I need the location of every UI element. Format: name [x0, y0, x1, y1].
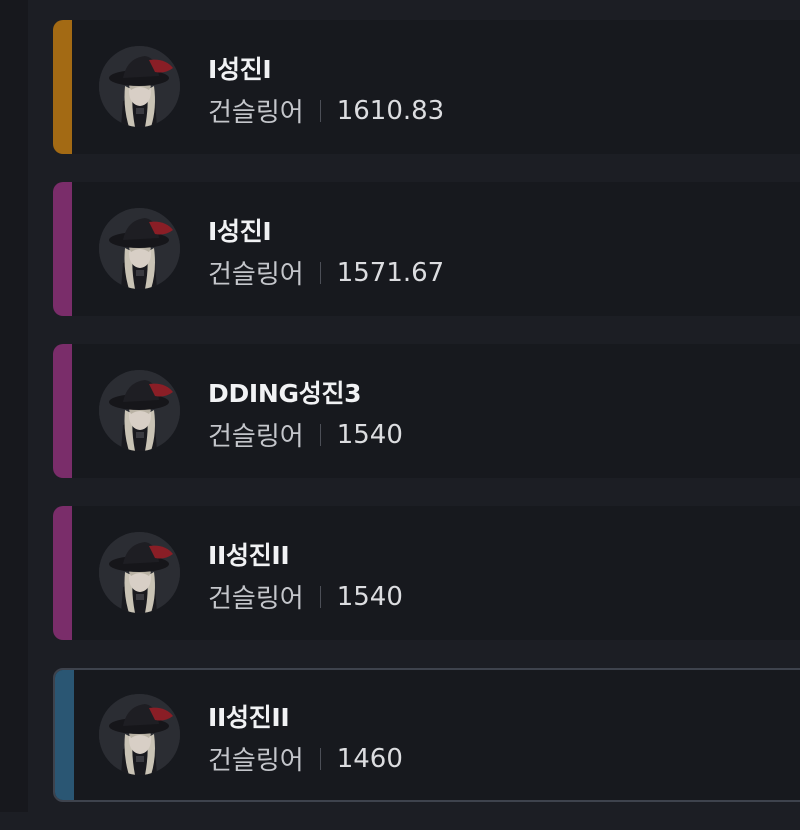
character-name: I성진I: [208, 55, 272, 84]
divider: [319, 99, 321, 122]
item-level: 1571.67: [336, 257, 445, 288]
divider: [319, 261, 321, 284]
character-name: II성진II: [208, 541, 290, 570]
character-name: DDING성진3: [208, 379, 362, 408]
gunslinger-portrait-icon: [99, 694, 180, 775]
item-level: 1540: [336, 419, 403, 450]
item-level: 1540: [336, 581, 403, 612]
character-class: 건슬링어: [208, 422, 304, 452]
card-accent: [53, 182, 72, 316]
card-accent: [53, 506, 72, 640]
character-meta: 건슬링어 1460: [208, 740, 403, 777]
character-class: 건슬링어: [208, 98, 304, 128]
character-card[interactable]: I성진I 건슬링어 1571.67: [53, 182, 800, 316]
divider: [319, 423, 321, 446]
character-card[interactable]: DDING성진3 건슬링어 1540: [53, 344, 800, 478]
character-meta: 건슬링어 1610.83: [208, 92, 444, 129]
character-meta: 건슬링어 1540: [208, 416, 403, 453]
item-level: 1610.83: [336, 95, 445, 126]
character-card-selected[interactable]: II성진II 건슬링어 1460: [53, 668, 800, 802]
character-name: II성진II: [208, 703, 290, 732]
character-card[interactable]: II성진II 건슬링어 1540: [53, 506, 800, 640]
divider: [319, 747, 321, 770]
item-level: 1460: [336, 743, 403, 774]
character-meta: 건슬링어 1540: [208, 578, 403, 615]
card-accent: [53, 20, 72, 154]
character-class: 건슬링어: [208, 260, 304, 290]
character-name: I성진I: [208, 217, 272, 246]
character-class: 건슬링어: [208, 584, 304, 614]
gunslinger-portrait-icon: [99, 532, 180, 613]
gunslinger-portrait-icon: [99, 208, 180, 289]
gunslinger-portrait-icon: [99, 370, 180, 451]
character-class: 건슬링어: [208, 746, 304, 776]
card-accent: [53, 344, 72, 478]
character-card[interactable]: I성진I 건슬링어 1610.83: [53, 20, 800, 154]
gunslinger-portrait-icon: [99, 46, 180, 127]
card-accent: [55, 670, 74, 800]
sidebar-strip: [0, 0, 28, 812]
divider: [319, 585, 321, 608]
character-meta: 건슬링어 1571.67: [208, 254, 444, 291]
character-list: I성진I 건슬링어 1610.83 I성진I 건슬링어 1571.67 DDIN…: [53, 20, 800, 830]
